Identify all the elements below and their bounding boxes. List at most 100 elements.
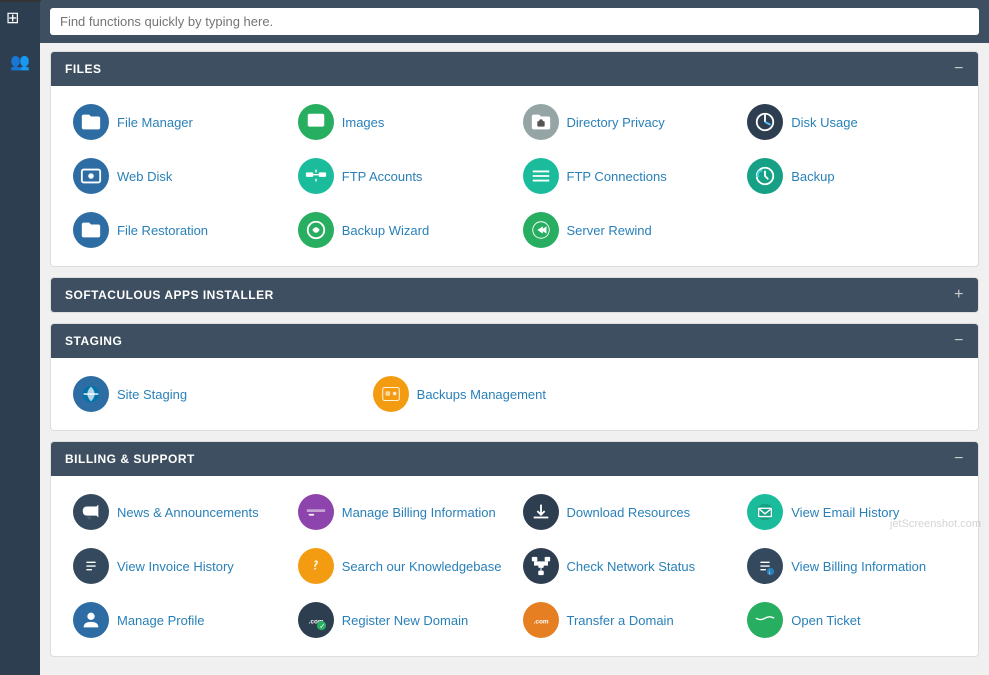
download-resources-item[interactable]: Download Resources [515, 488, 740, 536]
server-rewind-label: Server Rewind [567, 223, 652, 238]
backups-management-label: Backups Management [417, 387, 546, 402]
transfer-domain-icon: .com [523, 602, 559, 638]
file-manager-label: File Manager [117, 115, 193, 130]
svg-text:i: i [769, 570, 770, 576]
view-invoice-item[interactable]: View Invoice History [65, 542, 290, 590]
register-domain-icon: .com✓ [298, 602, 334, 638]
search-bar [40, 0, 989, 43]
search-knowledgebase-label: Search our Knowledgebase [342, 559, 502, 574]
file-manager-icon [73, 104, 109, 140]
ftp-accounts-icon [298, 158, 334, 194]
staging-section-label: STAGING [65, 334, 122, 348]
images-item[interactable]: Images [290, 98, 515, 146]
softaculous-section: SOFTACULOUS APPS INSTALLER + [50, 277, 979, 313]
site-staging-icon [73, 376, 109, 412]
news-announcements-label: News & Announcements [117, 505, 259, 520]
svg-text:.com: .com [533, 619, 548, 626]
check-network-item[interactable]: Check Network Status [515, 542, 740, 590]
view-billing-info-item[interactable]: i View Billing Information [739, 542, 964, 590]
files-section-header[interactable]: FILES − [51, 52, 978, 86]
transfer-domain-label: Transfer a Domain [567, 613, 674, 628]
directory-privacy-item[interactable]: Directory Privacy [515, 98, 740, 146]
staging-section: STAGING − Site Staging Backu [50, 323, 979, 431]
manage-billing-label: Manage Billing Information [342, 505, 496, 520]
open-ticket-label: Open Ticket [791, 613, 860, 628]
register-domain-label: Register New Domain [342, 613, 468, 628]
billing-items-grid: News & Announcements Manage Billing Info… [65, 488, 964, 644]
grid-icon: ⊞ [6, 10, 19, 27]
staging-toggle-icon: − [954, 332, 964, 350]
manage-profile-item[interactable]: Manage Profile [65, 596, 290, 644]
open-ticket-item[interactable]: Open Ticket [739, 596, 964, 644]
search-knowledgebase-icon [298, 548, 334, 584]
svg-text:✓: ✓ [319, 621, 325, 630]
news-announcements-icon [73, 494, 109, 530]
ftp-accounts-label: FTP Accounts [342, 169, 423, 184]
file-restoration-item[interactable]: File Restoration [65, 206, 290, 254]
users-icon: 👥 [10, 52, 30, 72]
sidebar-apps-icon[interactable]: ⊞ Home [6, 8, 34, 36]
transfer-domain-item[interactable]: .com Transfer a Domain [515, 596, 740, 644]
view-billing-info-label: View Billing Information [791, 559, 926, 574]
manage-billing-icon [298, 494, 334, 530]
backup-item[interactable]: Backup [739, 152, 964, 200]
open-ticket-icon [747, 602, 783, 638]
backup-label: Backup [791, 169, 834, 184]
site-staging-item[interactable]: Site Staging [65, 370, 365, 418]
staging-section-body: Site Staging Backups Management [51, 358, 978, 430]
view-billing-info-icon: i [747, 548, 783, 584]
backup-icon [747, 158, 783, 194]
manage-billing-item[interactable]: Manage Billing Information [290, 488, 515, 536]
billing-section: BILLING & SUPPORT − News & Announcements [50, 441, 979, 657]
disk-usage-label: Disk Usage [791, 115, 857, 130]
view-invoice-label: View Invoice History [117, 559, 234, 574]
staging-items-grid: Site Staging Backups Management [65, 370, 964, 418]
backups-management-item[interactable]: Backups Management [365, 370, 665, 418]
view-email-history-icon [747, 494, 783, 530]
sidebar-users-icon[interactable]: 👥 [6, 48, 34, 76]
file-restoration-label: File Restoration [117, 223, 208, 238]
main-content: FILES − File Manager Images [40, 0, 989, 675]
softaculous-section-header[interactable]: SOFTACULOUS APPS INSTALLER + [51, 278, 978, 312]
manage-profile-label: Manage Profile [117, 613, 204, 628]
ftp-connections-label: FTP Connections [567, 169, 667, 184]
files-toggle-icon: − [954, 60, 964, 78]
backup-wizard-item[interactable]: Backup Wizard [290, 206, 515, 254]
ftp-connections-icon [523, 158, 559, 194]
billing-section-header[interactable]: BILLING & SUPPORT − [51, 442, 978, 476]
softaculous-toggle-icon: + [954, 286, 964, 304]
watermark: jetScreenshot.com [890, 518, 981, 530]
backup-wizard-icon [298, 212, 334, 248]
web-disk-item[interactable]: Web Disk [65, 152, 290, 200]
staging-section-header[interactable]: STAGING − [51, 324, 978, 358]
files-items-grid: File Manager Images Directory Privacy [65, 98, 964, 254]
server-rewind-item[interactable]: Server Rewind [515, 206, 740, 254]
search-knowledgebase-item[interactable]: Search our Knowledgebase [290, 542, 515, 590]
directory-privacy-label: Directory Privacy [567, 115, 665, 130]
check-network-label: Check Network Status [567, 559, 696, 574]
disk-usage-item[interactable]: Disk Usage [739, 98, 964, 146]
news-announcements-item[interactable]: News & Announcements [65, 488, 290, 536]
view-invoice-icon [73, 548, 109, 584]
ftp-connections-item[interactable]: FTP Connections [515, 152, 740, 200]
search-input[interactable] [50, 8, 979, 35]
images-label: Images [342, 115, 385, 130]
download-resources-icon [523, 494, 559, 530]
web-disk-icon [73, 158, 109, 194]
home-tooltip: Home [0, 0, 42, 2]
directory-privacy-icon [523, 104, 559, 140]
files-section-label: FILES [65, 62, 102, 76]
download-resources-label: Download Resources [567, 505, 691, 520]
backups-management-icon [373, 376, 409, 412]
billing-section-label: BILLING & SUPPORT [65, 452, 195, 466]
ftp-accounts-item[interactable]: FTP Accounts [290, 152, 515, 200]
web-disk-label: Web Disk [117, 169, 172, 184]
register-domain-item[interactable]: .com✓ Register New Domain [290, 596, 515, 644]
file-manager-item[interactable]: File Manager [65, 98, 290, 146]
files-section-body: File Manager Images Directory Privacy [51, 86, 978, 266]
view-email-history-label: View Email History [791, 505, 899, 520]
file-restoration-icon [73, 212, 109, 248]
billing-toggle-icon: − [954, 450, 964, 468]
manage-profile-icon [73, 602, 109, 638]
sidebar: ⊞ Home 👥 [0, 0, 40, 675]
